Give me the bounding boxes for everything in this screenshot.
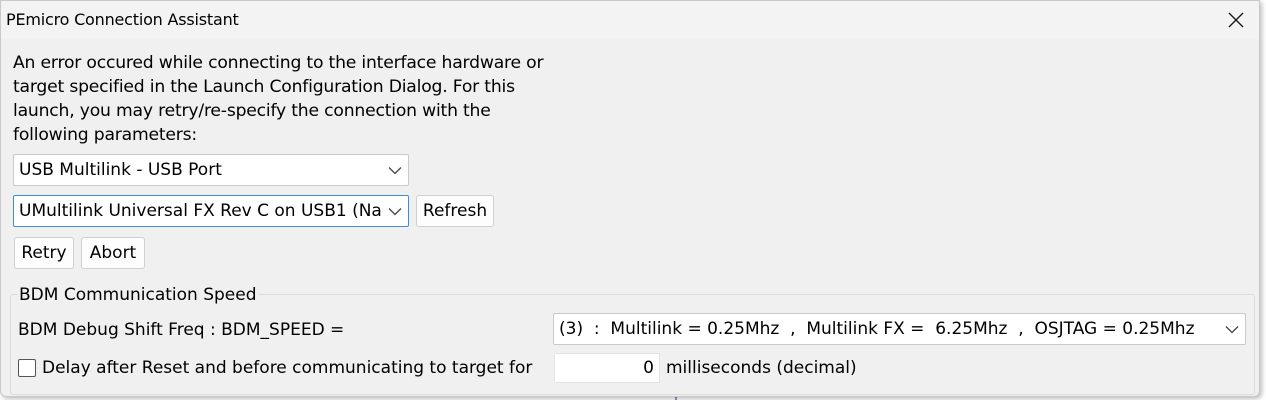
chevron-down-icon — [388, 167, 402, 175]
interface-select-value: USB Multilink - USB Port — [19, 160, 222, 180]
delay-checkbox[interactable] — [18, 359, 36, 377]
error-message: An error occured while connecting to the… — [13, 53, 544, 145]
chevron-down-icon — [1225, 326, 1239, 334]
close-icon — [1228, 12, 1244, 28]
delay-ms-input[interactable]: 0 — [554, 353, 660, 383]
port-select-value: UMultilink Universal FX Rev C on USB1 (N… — [19, 201, 382, 221]
bdm-freq-label: BDM Debug Shift Freq : BDM_SPEED = — [18, 320, 345, 340]
bdm-freq-select[interactable]: (3) : Multilink = 0.25Mhz , Multilink FX… — [553, 313, 1246, 345]
refresh-button[interactable]: Refresh — [416, 195, 494, 227]
bdm-freq-select-value: (3) : Multilink = 0.25Mhz , Multilink FX… — [559, 319, 1195, 339]
interface-select[interactable]: USB Multilink - USB Port — [13, 154, 409, 186]
bdm-group-title: BDM Communication Speed — [18, 284, 258, 306]
delay-label: Delay after Reset and before communicati… — [42, 358, 533, 378]
port-select[interactable]: UMultilink Universal FX Rev C on USB1 (N… — [13, 195, 409, 227]
abort-button[interactable]: Abort — [81, 237, 145, 269]
connection-assistant-dialog: PEmicro Connection Assistant An error oc… — [0, 0, 1260, 397]
close-button[interactable] — [1213, 1, 1259, 39]
title-bar: PEmicro Connection Assistant — [1, 1, 1259, 39]
window-title: PEmicro Connection Assistant — [6, 10, 239, 29]
retry-button[interactable]: Retry — [14, 237, 74, 269]
chevron-down-icon — [388, 208, 402, 216]
delay-unit-label: milliseconds (decimal) — [666, 358, 857, 378]
